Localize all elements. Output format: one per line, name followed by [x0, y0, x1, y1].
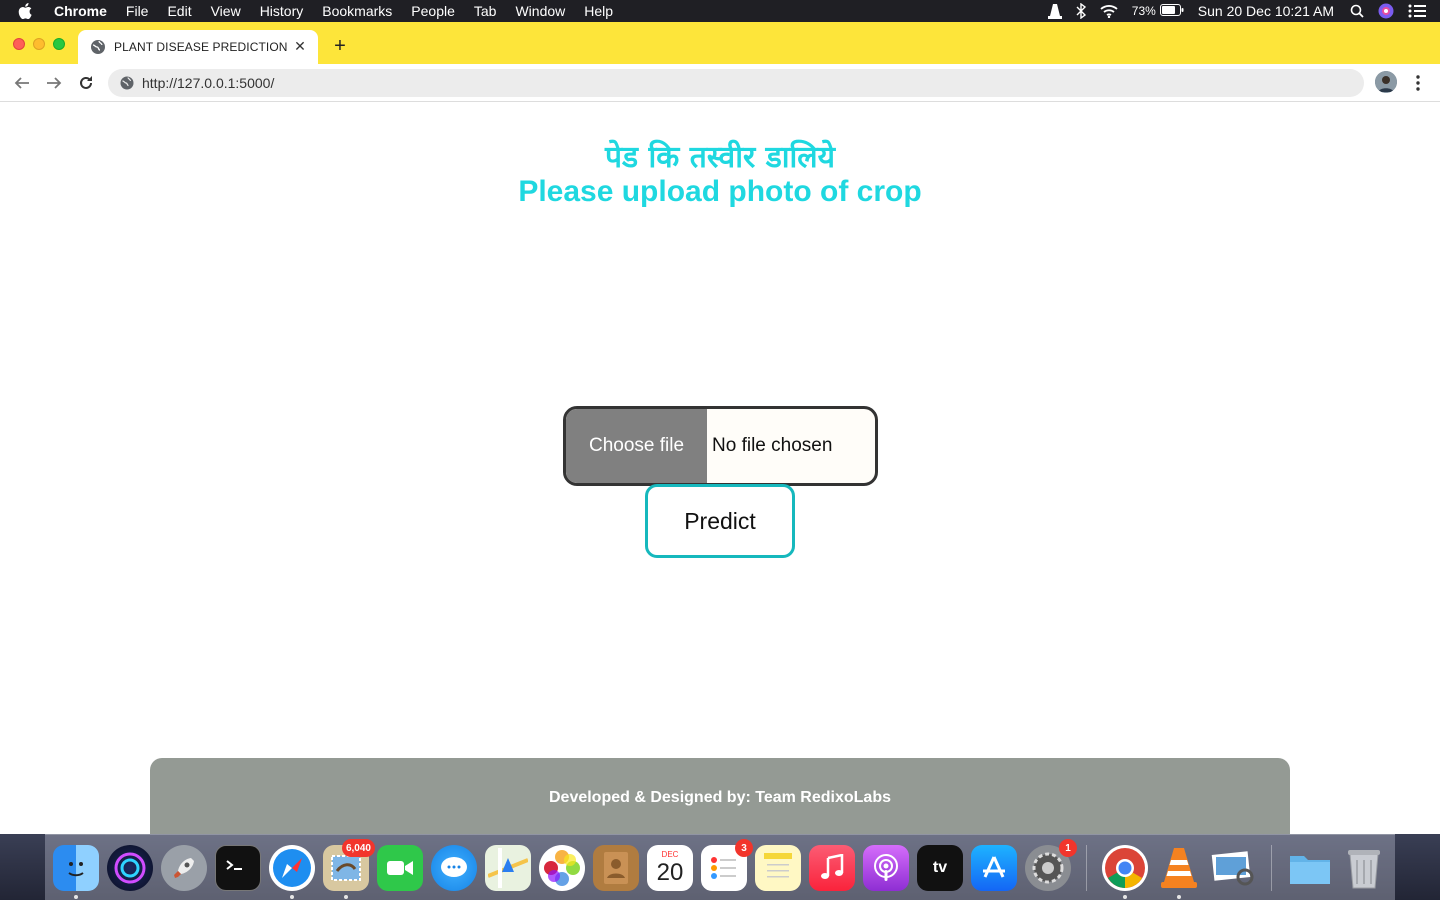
maps-icon[interactable] [485, 845, 531, 891]
chrome-icon[interactable] [1102, 845, 1148, 891]
finder-icon[interactable] [53, 845, 99, 891]
footer-credit: Developed & Designed by: Team RedixoLabs [548, 789, 891, 806]
folder-icon[interactable] [1287, 845, 1333, 891]
page-heading-english: Please upload photo of crop [518, 175, 922, 208]
no-file-chosen-label: No file chosen [712, 435, 833, 456]
siri-app-icon[interactable] [107, 845, 153, 891]
spotlight-search-icon[interactable] [1350, 4, 1364, 18]
file-upload-input[interactable]: Choose file No file chosen [563, 406, 878, 486]
dock-separator [1271, 845, 1272, 891]
close-window-button[interactable] [13, 38, 25, 50]
menu-history[interactable]: History [260, 3, 304, 19]
web-page: पेड कि तस्वीर डालिये Please upload photo… [0, 102, 1440, 838]
apple-tv-label: tv [932, 859, 948, 876]
vlc-status-icon[interactable] [1047, 3, 1062, 19]
site-info-icon[interactable] [120, 76, 134, 90]
address-bar[interactable]: http://127.0.0.1:5000/ [108, 69, 1364, 97]
mail-unread-badge: 6,040 [341, 839, 375, 857]
messages-bubble-icon[interactable] [431, 845, 477, 891]
siri-icon[interactable] [1378, 3, 1394, 19]
settings-update-badge: 1 [1059, 839, 1077, 857]
menu-help[interactable]: Help [584, 3, 613, 19]
battery-status[interactable]: 73% [1132, 3, 1184, 19]
safari-running-indicator [290, 895, 294, 899]
menu-tab[interactable]: Tab [474, 3, 497, 19]
reminders-list-icon[interactable]: 3 [701, 839, 753, 891]
menu-edit[interactable]: Edit [167, 3, 191, 19]
battery-icon [1159, 3, 1184, 19]
browser-tab-active[interactable]: PLANT DISEASE PREDICTION ✕ [78, 30, 318, 64]
menu-window[interactable]: Window [515, 3, 565, 19]
browser-tab-bar: PLANT DISEASE PREDICTION ✕ + [0, 22, 1440, 64]
wifi-icon[interactable] [1100, 4, 1118, 18]
menu-file[interactable]: File [126, 3, 149, 19]
dock-separator [1086, 845, 1087, 891]
page-footer: Developed & Designed by: Team RedixoLabs [150, 758, 1290, 838]
new-tab-button[interactable]: + [330, 35, 350, 57]
podcasts-icon[interactable] [863, 845, 909, 891]
vlc-running-indicator [1177, 895, 1181, 899]
contacts-book-icon[interactable] [593, 845, 639, 891]
minimize-window-button[interactable] [33, 38, 45, 50]
menubar-clock[interactable]: Sun 20 Dec 10:21 AM [1198, 3, 1334, 19]
reload-icon[interactable] [75, 72, 97, 94]
tab-title: PLANT DISEASE PREDICTION [114, 40, 288, 54]
preview-photos-icon[interactable] [1210, 845, 1256, 891]
notes-icon[interactable] [755, 845, 801, 891]
bluetooth-icon[interactable] [1076, 3, 1086, 19]
menu-people[interactable]: People [411, 3, 455, 19]
launchpad-rocket-icon[interactable] [161, 845, 207, 891]
menu-bar: Chrome File Edit View History Bookmarks … [0, 0, 1440, 22]
reminders-badge: 3 [735, 839, 753, 857]
system-preferences-gear-icon[interactable]: 1 [1025, 839, 1077, 891]
url-text[interactable]: http://127.0.0.1:5000/ [142, 75, 274, 91]
globe-icon [90, 39, 106, 55]
apple-tv-icon[interactable]: tv [917, 845, 963, 891]
menu-bookmarks[interactable]: Bookmarks [322, 3, 392, 19]
browser-toolbar: http://127.0.0.1:5000/ [0, 64, 1440, 102]
fullscreen-window-button[interactable] [53, 38, 65, 50]
facetime-icon[interactable] [377, 845, 423, 891]
apple-icon[interactable] [18, 3, 38, 19]
terminal-icon[interactable] [215, 845, 261, 891]
page-heading-hindi: पेड कि तस्वीर डालिये [604, 140, 836, 175]
calendar-day: 20 [656, 859, 684, 886]
mail-running-indicator [344, 895, 348, 899]
chrome-menu-icon[interactable] [1408, 72, 1428, 94]
tab-close-icon[interactable]: ✕ [292, 38, 308, 54]
mail-stamp-icon[interactable]: 6,040 [323, 839, 375, 891]
dock: 6,040 DEC 20 3 tv 1 [45, 834, 1395, 900]
control-center-icon[interactable] [1408, 4, 1426, 18]
finder-running-indicator [74, 895, 78, 899]
app-store-icon[interactable] [971, 845, 1017, 891]
trash-icon[interactable] [1341, 845, 1387, 891]
music-note-icon[interactable] [809, 845, 855, 891]
menu-view[interactable]: View [211, 3, 241, 19]
choose-file-button[interactable]: Choose file [566, 409, 707, 483]
safari-compass-icon[interactable] [269, 845, 315, 891]
chrome-running-indicator [1123, 895, 1127, 899]
vlc-cone-icon[interactable] [1156, 845, 1202, 891]
profile-avatar[interactable] [1375, 71, 1397, 93]
menu-app-name[interactable]: Chrome [54, 3, 107, 19]
photos-flower-icon[interactable] [539, 845, 585, 891]
back-arrow-icon[interactable] [11, 72, 33, 94]
calendar-icon[interactable]: DEC 20 [647, 845, 693, 891]
battery-percent: 73% [1131, 4, 1156, 18]
forward-arrow-icon[interactable] [43, 72, 65, 94]
predict-button[interactable]: Predict [645, 484, 795, 558]
